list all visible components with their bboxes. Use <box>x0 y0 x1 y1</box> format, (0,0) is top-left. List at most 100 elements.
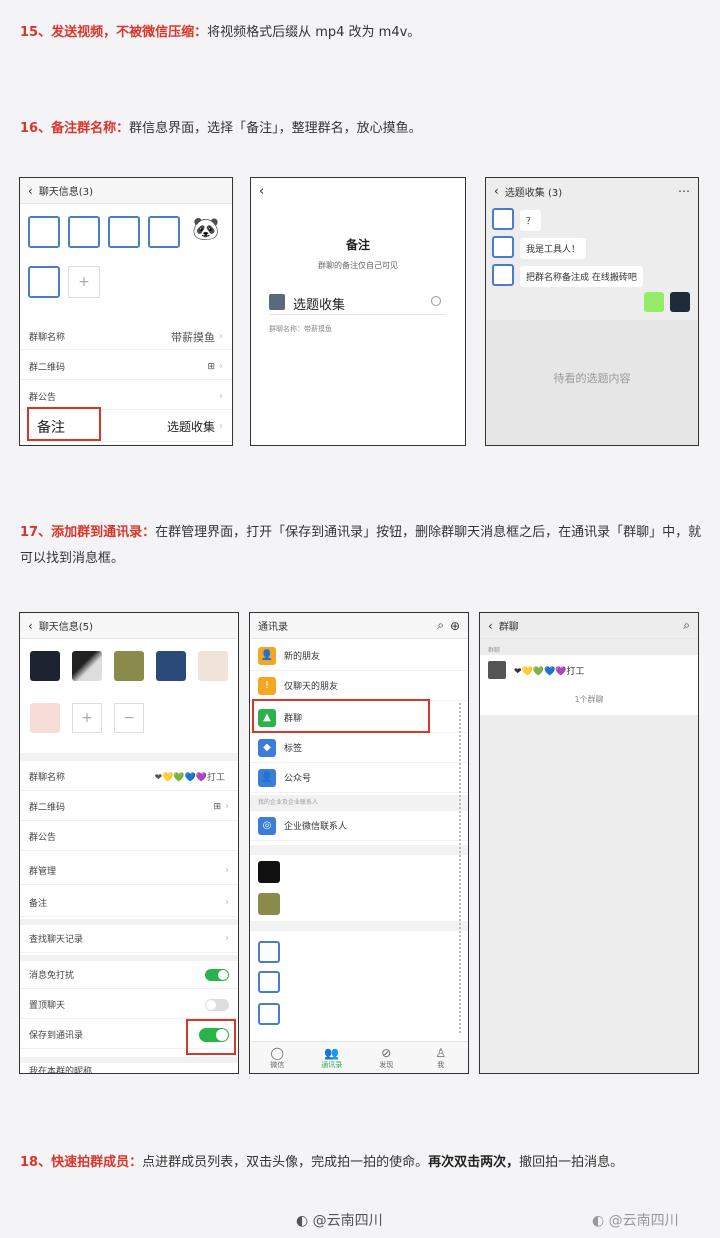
screen-title: 选题收集 (3) <box>505 184 672 199</box>
member-avatar[interactable] <box>30 651 60 681</box>
add-member-button[interactable]: + <box>72 703 102 733</box>
tab-label: 微信 <box>270 1061 285 1069</box>
contact-avatar[interactable] <box>258 861 280 883</box>
contact-avatar[interactable] <box>258 971 280 993</box>
member-avatar[interactable] <box>148 216 180 248</box>
row-label: 消息免打扰 <box>29 971 75 981</box>
contact-avatar[interactable] <box>258 1003 280 1025</box>
tip-16-head: 16、备注群名称： <box>20 121 130 136</box>
member-avatar[interactable] <box>30 703 60 733</box>
tab-discover[interactable]: ⊘ 发现 <box>359 1046 414 1073</box>
search-icon[interactable]: ⌕ <box>683 618 690 633</box>
member-avatar[interactable] <box>114 651 144 681</box>
new-friends-icon: 👤 <box>258 646 276 665</box>
my-avatar[interactable] <box>670 292 690 312</box>
row-group-notice[interactable]: 群公告 <box>20 823 238 851</box>
back-icon[interactable]: ‹ <box>494 184 499 198</box>
tip-17: 17、添加群到通讯录：在群管理界面，打开「保存到通讯录」按钮，删除群聊天消息框之… <box>20 520 710 572</box>
row-remark[interactable]: 备注 › <box>20 889 238 917</box>
tab-label: 通讯录 <box>321 1061 343 1069</box>
row-group-name[interactable]: 群聊名称 ❤💛💚💙💜打工 <box>20 763 238 791</box>
member-avatar[interactable] <box>72 651 102 681</box>
contact-entry-chat-only[interactable]: ! 仅聊天的朋友 <box>250 671 468 701</box>
member-avatar[interactable] <box>108 216 140 248</box>
top-bar: ‹ 群聊 ⌕ <box>480 613 698 639</box>
screenshot-remark-edit: ‹ 备注 群聊的备注仅自己可见 选题收集 群聊名称：带薪摸鱼 <box>250 177 466 446</box>
row-my-nickname[interactable]: 我在本群的昵称 <box>20 1063 238 1073</box>
tab-chats[interactable]: ◯ 微信 <box>250 1046 305 1073</box>
screenshot-group-list: ‹ 群聊 ⌕ 群聊 ❤💛💚💙💜打工 1个群聊 <box>479 612 699 1074</box>
remove-member-button[interactable]: − <box>114 703 144 733</box>
entry-label: 标签 <box>284 744 303 754</box>
chevron-right-icon: › <box>219 421 223 432</box>
mute-toggle[interactable] <box>205 968 229 981</box>
member-avatar[interactable] <box>28 216 60 248</box>
member-avatar[interactable] <box>198 651 228 681</box>
contact-entry-official-accounts[interactable]: 👤 公众号 <box>250 763 468 793</box>
top-bar: ‹ 聊天信息(5) <box>20 613 238 639</box>
sender-avatar[interactable] <box>492 236 514 258</box>
watermark-text: @云南四川 <box>608 1213 679 1229</box>
tip-15-head: 15、发送视频，不被微信压缩： <box>20 25 208 40</box>
row-group-qrcode[interactable]: 群二维码 ⊞ › <box>20 793 238 821</box>
search-icon[interactable]: ⌕ <box>437 618 444 633</box>
more-icon[interactable]: ⋯ <box>678 184 690 198</box>
add-member-button[interactable]: + <box>68 266 100 298</box>
row-group-name[interactable]: 群聊名称 带薪摸鱼 › <box>20 324 232 350</box>
chevron-right-icon: › <box>225 933 229 944</box>
tag-icon: ◆ <box>258 738 276 757</box>
qrcode-icon: ⊞ <box>207 361 215 372</box>
add-icon[interactable]: ⊕ <box>450 619 460 633</box>
message-bubble: 我是工具人！ <box>520 238 587 259</box>
contact-avatar[interactable] <box>258 941 280 963</box>
panda-avatar[interactable]: 🐼 <box>190 214 222 246</box>
clear-icon[interactable] <box>431 296 441 306</box>
row-label: 群公告 <box>29 833 57 843</box>
index-scrollbar[interactable] <box>459 703 462 1033</box>
official-account-icon: 👤 <box>258 768 276 787</box>
screenshot-group-info: ‹ 聊天信息(3) 🐼 + 群聊名称 带薪摸鱼 › 群二维码 ⊞ › 群公告 ›… <box>19 177 233 446</box>
remark-input[interactable]: 选题收集 <box>293 294 345 313</box>
group-count: 1个群聊 <box>480 685 698 715</box>
group-avatar <box>488 661 506 679</box>
tip-18-body: 点进群成员列表，双击头像，完成拍一拍的使命。 <box>142 1155 429 1170</box>
member-avatar[interactable] <box>156 651 186 681</box>
compass-icon: ⊘ <box>381 1046 392 1060</box>
tip-16: 16、备注群名称：群信息界面，选择「备注」，整理群名，放心摸鱼。 <box>20 116 710 142</box>
group-entry[interactable]: ❤💛💚💙💜打工 <box>480 655 698 685</box>
screenshot-group-settings: ‹ 聊天信息(5) + − 群聊名称 ❤💛💚💙💜打工 群二维码 ⊞ › 群公告 … <box>19 612 239 1074</box>
sender-avatar[interactable] <box>492 264 514 286</box>
chat-only-icon: ! <box>258 676 276 695</box>
tip-18-bold: 再次双击两次， <box>428 1155 520 1170</box>
screen-title: 聊天信息(5) <box>38 622 93 633</box>
member-avatar[interactable] <box>28 266 60 298</box>
back-icon[interactable]: ‹ <box>488 619 493 633</box>
row-label: 群二维码 <box>29 363 66 373</box>
pin-toggle[interactable] <box>205 998 229 1011</box>
back-icon[interactable]: ‹ <box>28 619 33 633</box>
row-group-qrcode[interactable]: 群二维码 ⊞ › <box>20 354 232 380</box>
contact-entry-enterprise[interactable]: ◎ 企业微信联系人 <box>250 811 468 841</box>
tab-contacts[interactable]: 👥 通讯录 <box>305 1046 360 1073</box>
back-icon[interactable]: ‹ <box>259 184 264 199</box>
screen-title: 聊天信息(3) <box>38 187 93 198</box>
chevron-right-icon: › <box>219 391 223 402</box>
sender-avatar[interactable] <box>492 208 514 230</box>
contact-entry-new-friends[interactable]: 👤 新的朋友 <box>250 641 468 671</box>
row-pin[interactable]: 置顶聊天 <box>20 991 238 1019</box>
group-avatar <box>269 294 285 310</box>
tip-17-head: 17、添加群到通讯录： <box>20 525 156 540</box>
member-avatar[interactable] <box>68 216 100 248</box>
back-icon[interactable]: ‹ <box>28 184 33 198</box>
row-group-manage[interactable]: 群管理 › <box>20 857 238 885</box>
top-bar: ‹ 选题收集 (3) ⋯ <box>486 178 698 204</box>
chevron-right-icon: › <box>225 865 229 876</box>
row-label: 备注 <box>29 899 48 909</box>
contact-avatar[interactable] <box>258 893 280 915</box>
row-mute[interactable]: 消息免打扰 <box>20 961 238 989</box>
contact-entry-tags[interactable]: ◆ 标签 <box>250 733 468 763</box>
row-label: 群公告 <box>29 393 57 403</box>
tab-me[interactable]: ♙ 我 <box>414 1046 469 1073</box>
row-search-history[interactable]: 查找聊天记录 › <box>20 925 238 953</box>
chevron-right-icon: › <box>219 331 223 342</box>
